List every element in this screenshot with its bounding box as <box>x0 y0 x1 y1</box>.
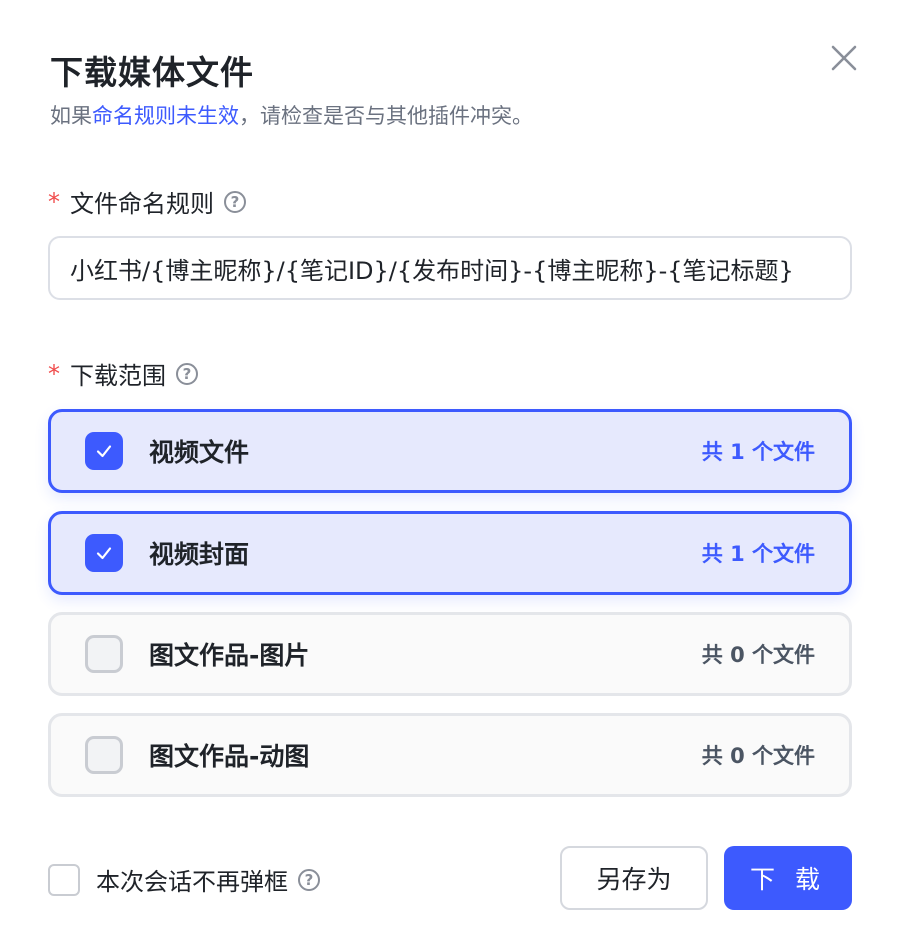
naming-rule-link[interactable]: 命名规则未生效 <box>92 104 239 128</box>
download-range-label-row: * 下载范围 ? <box>48 356 198 391</box>
option-image-post-animated[interactable]: 图文作品-动图 共 0 个文件 <box>48 713 852 797</box>
checkbox-checked[interactable] <box>85 432 123 470</box>
check-icon <box>96 547 112 560</box>
checkbox-unchecked[interactable] <box>85 736 123 774</box>
help-icon[interactable]: ? <box>298 868 320 891</box>
option-count: 共 0 个文件 <box>701 643 815 667</box>
naming-rule-label-row: * 文件命名规则 ? <box>48 184 246 219</box>
save-as-button[interactable]: 另存为 <box>560 846 708 910</box>
option-count: 共 0 个文件 <box>701 744 815 768</box>
option-label: 视频文件 <box>149 438 250 467</box>
option-label: 图文作品-动图 <box>149 742 310 771</box>
download-dialog: 下载媒体文件 如果命名规则未生效，请检查是否与其他插件冲突。 * 文件命名规则 … <box>0 0 900 950</box>
help-icon[interactable]: ? <box>224 190 246 213</box>
option-label: 视频封面 <box>149 540 250 569</box>
option-video-cover[interactable]: 视频封面 共 1 个文件 <box>48 511 852 595</box>
no-popup-row: 本次会话不再弹框 ? <box>48 862 320 897</box>
required-mark: * <box>48 359 60 388</box>
subtitle-prefix: 如果 <box>50 104 92 128</box>
no-popup-label[interactable]: 本次会话不再弹框 <box>96 862 288 897</box>
option-video-file[interactable]: 视频文件 共 1 个文件 <box>48 409 852 493</box>
dialog-subtitle: 如果命名规则未生效，请检查是否与其他插件冲突。 <box>50 100 533 130</box>
naming-rule-label: 文件命名规则 <box>70 190 214 218</box>
check-icon <box>96 445 112 458</box>
close-icon <box>831 45 857 71</box>
option-label: 图文作品-图片 <box>149 641 310 670</box>
subtitle-suffix: ，请检查是否与其他插件冲突。 <box>239 104 533 128</box>
checkbox-unchecked[interactable] <box>85 635 123 673</box>
download-button[interactable]: 下 载 <box>724 846 852 910</box>
help-icon[interactable]: ? <box>176 362 198 385</box>
option-image-post-pictures[interactable]: 图文作品-图片 共 0 个文件 <box>48 612 852 696</box>
dialog-title: 下载媒体文件 <box>50 53 254 92</box>
naming-rule-input[interactable] <box>48 236 852 300</box>
no-popup-checkbox[interactable] <box>48 863 80 896</box>
checkbox-checked[interactable] <box>85 534 123 572</box>
option-count: 共 1 个文件 <box>701 542 815 566</box>
option-count: 共 1 个文件 <box>701 440 815 464</box>
required-mark: * <box>48 187 60 216</box>
download-range-label: 下载范围 <box>70 362 166 390</box>
close-button[interactable] <box>826 40 862 76</box>
